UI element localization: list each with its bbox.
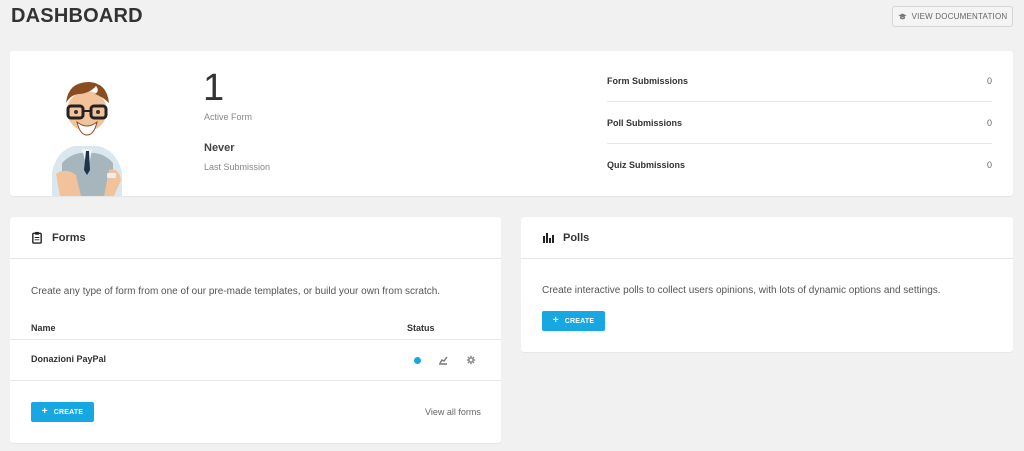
poll-submissions-label: Poll Submissions: [607, 117, 683, 128]
polls-create-button[interactable]: + CREATE: [542, 311, 605, 331]
polls-description: Create interactive polls to collect user…: [542, 285, 941, 296]
view-documentation-label: VIEW DOCUMENTATION: [911, 12, 1008, 21]
form-submissions-count: 0: [986, 75, 992, 86]
poll-submissions-row: Poll Submissions 0: [607, 102, 992, 144]
submissions-list: Form Submissions 0 Poll Submissions 0 Qu…: [607, 60, 992, 186]
form-submissions-label: Form Submissions: [607, 75, 689, 86]
plus-icon: +: [552, 314, 559, 326]
quiz-submissions-row: Quiz Submissions 0: [607, 144, 992, 186]
quiz-submissions-count: 0: [986, 160, 992, 170]
forms-create-button[interactable]: + CREATE: [31, 402, 94, 422]
page-title: DASHBOARD: [11, 5, 143, 27]
status-dot-icon[interactable]: [414, 357, 421, 364]
last-submission-label: Last Submission: [204, 162, 271, 172]
poll-submissions-count: 0: [986, 117, 992, 128]
forms-title: Forms: [52, 231, 86, 244]
active-form-label: Active Form: [204, 112, 253, 122]
forms-table-header: Name Status: [10, 316, 501, 340]
form-name[interactable]: Donazioni PayPal: [31, 354, 106, 364]
view-all-forms-link[interactable]: View all forms: [425, 407, 481, 417]
form-row[interactable]: Donazioni PayPal: [10, 340, 501, 381]
forms-create-label: CREATE: [53, 408, 84, 416]
name-column-header: Name: [31, 323, 56, 333]
plus-icon: +: [41, 405, 48, 417]
forms-header: Forms: [10, 217, 501, 259]
clipboard-icon: [32, 231, 42, 244]
gear-icon[interactable]: [466, 355, 476, 365]
graduation-cap-icon: [898, 13, 907, 20]
quiz-submissions-label: Quiz Submissions: [607, 160, 686, 170]
summary-card: 1 Active Form Never Last Submission Form…: [10, 51, 1013, 196]
polls-create-label: CREATE: [564, 317, 595, 325]
bar-chart-icon: [543, 233, 554, 243]
last-submission-value: Never: [204, 142, 235, 154]
chart-icon[interactable]: [438, 355, 448, 365]
active-form-count: 1: [203, 67, 225, 109]
forms-description: Create any type of form from one of our …: [31, 286, 441, 297]
status-column-header: Status: [407, 323, 435, 333]
form-submissions-row: Form Submissions 0: [607, 60, 992, 102]
forms-card: Forms Create any type of form from one o…: [10, 217, 501, 443]
polls-header: Polls: [521, 217, 1013, 259]
view-documentation-button[interactable]: VIEW DOCUMENTATION: [892, 6, 1013, 27]
polls-title: Polls: [563, 231, 590, 244]
mascot-avatar: [52, 82, 122, 196]
polls-card: Polls Create interactive polls to collec…: [521, 217, 1013, 352]
